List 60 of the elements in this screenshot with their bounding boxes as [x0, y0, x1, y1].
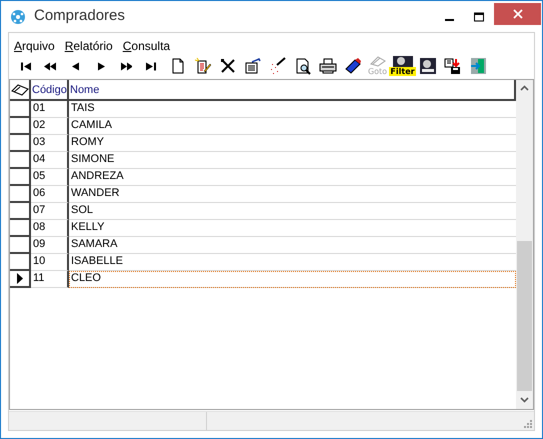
row-indicator[interactable]	[10, 152, 31, 169]
window-title: Compradores	[34, 6, 125, 26]
scrollbar[interactable]	[516, 80, 533, 409]
first-record-icon	[19, 62, 32, 70]
table-cell: 09	[31, 237, 69, 254]
scroll-up-icon[interactable]	[520, 85, 529, 91]
row-indicator[interactable]	[10, 101, 31, 118]
current-row-icon	[16, 273, 22, 284]
row-indicator[interactable]	[10, 254, 31, 271]
save-to-disk-icon	[442, 56, 462, 76]
table-cell: 06	[31, 186, 69, 203]
table-cell: WANDER	[69, 186, 516, 203]
table-cell: ISABELLE	[69, 254, 516, 271]
menu-item[interactable]: Relatório	[64, 37, 113, 53]
table-cell: CLEO	[69, 271, 516, 288]
menu-item[interactable]: Consulta	[122, 37, 170, 53]
printer-icon	[318, 56, 338, 76]
rewind-icon	[44, 62, 57, 70]
table-cell: 03	[31, 135, 69, 152]
table-cell: 08	[31, 220, 69, 237]
table-cell: KELLY	[69, 220, 516, 237]
maximize-icon	[474, 12, 484, 22]
filter-button[interactable]: Filter	[390, 54, 415, 78]
column-header[interactable]: Código	[31, 80, 69, 99]
table-cell: CAMILA	[69, 118, 516, 135]
table-cell: TAIS	[69, 101, 516, 118]
row-indicator[interactable]	[10, 203, 31, 220]
close-button[interactable]	[494, 2, 541, 24]
table-cell: SAMARA	[69, 237, 516, 254]
fast-forward-icon	[119, 62, 132, 70]
row-indicator[interactable]	[10, 186, 31, 203]
row-indicator[interactable]	[10, 118, 31, 135]
table-cell: 11	[31, 271, 69, 288]
table-cell: 05	[31, 169, 69, 186]
table-cell: SIMONE	[69, 152, 516, 169]
resize-grip-icon[interactable]	[523, 419, 532, 428]
menu-item[interactable]: Arquivo	[14, 37, 55, 53]
minimize-icon	[444, 18, 454, 20]
table-cell: 04	[31, 152, 69, 169]
table-cell: ROMY	[69, 135, 516, 152]
table-cell: 10	[31, 254, 69, 271]
app-icon	[10, 8, 26, 24]
close-icon	[512, 8, 522, 18]
table-cell: 07	[31, 203, 69, 220]
table-cell: SOL	[69, 203, 516, 220]
table-cell: 02	[31, 118, 69, 135]
row-indicator[interactable]	[10, 237, 31, 254]
row-indicator[interactable]	[10, 135, 31, 152]
row-indicator[interactable]	[10, 271, 31, 288]
table-cell: ANDREZA	[69, 169, 516, 186]
row-indicator[interactable]	[10, 169, 31, 186]
row-indicator[interactable]	[10, 220, 31, 237]
edit-document-icon	[192, 56, 212, 76]
scroll-thumb[interactable]	[517, 241, 532, 391]
form-icon	[242, 56, 262, 76]
table-cell: 01	[31, 101, 69, 118]
scroll-down-icon[interactable]	[520, 397, 529, 403]
monitor-icon	[392, 56, 412, 67]
last-record-icon	[144, 62, 157, 70]
monitor-icon	[418, 56, 438, 76]
